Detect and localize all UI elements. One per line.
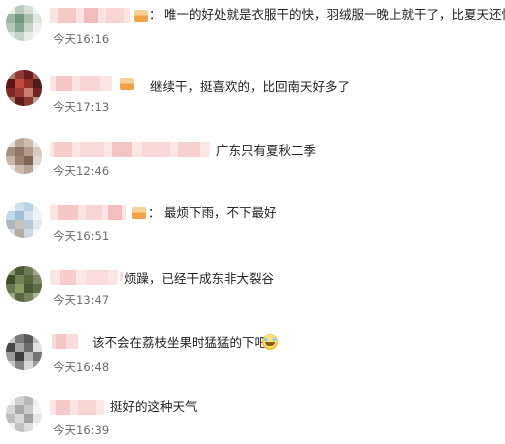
comment-item: 挺好的这种天气 今天16:39: [0, 386, 505, 444]
username-blurred[interactable]: [50, 8, 130, 23]
avatar[interactable]: [6, 266, 42, 302]
username-blurred[interactable]: [50, 400, 104, 415]
comment-item: ： 唯一的好处就是衣服干的快，羽绒服一晚上就干了，比夏天还快 今天16:16: [0, 0, 505, 62]
badge-icon: [134, 10, 148, 22]
comment-feed: ： 唯一的好处就是衣服干的快，羽绒服一晚上就干了，比夏天还快 今天16:16 继…: [0, 0, 505, 444]
comment-item: 广东只有夏秋二季 今天12:46: [0, 132, 505, 194]
username-blurred[interactable]: [50, 205, 126, 220]
comment-time: 今天17:13: [53, 100, 110, 114]
username-blurred[interactable]: [120, 272, 123, 282]
badge-icon: [120, 78, 134, 90]
avatar[interactable]: [6, 138, 42, 174]
comment-text: 烦躁，已经干成东非大裂谷: [124, 271, 275, 286]
comment-text: 继续干，挺喜欢的，比回南天好多了: [150, 79, 351, 94]
username-blurred[interactable]: [52, 334, 78, 349]
avatar[interactable]: [6, 5, 42, 41]
colon-separator: ：: [149, 7, 162, 22]
comment-item: ： 最烦下雨，不下最好 今天16:51: [0, 194, 505, 256]
comment-text: 挺好的这种天气: [110, 399, 198, 414]
comment-item: 该不会在荔枝坐果时猛猛的下吧 今天16:48: [0, 324, 505, 386]
avatar[interactable]: [6, 334, 42, 370]
comment-text: 广东只有夏秋二季: [216, 143, 317, 158]
comment-text: 唯一的好处就是衣服干的快，羽绒服一晚上就干了，比夏天还快: [164, 7, 505, 22]
comment-time: 今天16:39: [53, 423, 110, 437]
colon-separator: ：: [148, 205, 161, 220]
username-blurred[interactable]: [50, 76, 112, 91]
comment-time: 今天16:48: [53, 360, 110, 374]
comment-time: 今天16:16: [53, 32, 110, 46]
badge-icon: [132, 207, 146, 219]
avatar[interactable]: [6, 202, 42, 238]
comment-text: 该不会在荔枝坐果时猛猛的下吧: [92, 335, 268, 350]
username-blurred[interactable]: [50, 270, 118, 285]
avatar[interactable]: [6, 70, 42, 106]
laugh-cry-emoji-icon: [262, 334, 278, 350]
avatar[interactable]: [6, 396, 42, 432]
username-blurred[interactable]: [50, 142, 210, 157]
comment-text: 最烦下雨，不下最好: [164, 205, 277, 220]
comment-item: 继续干，挺喜欢的，比回南天好多了 今天17:13: [0, 62, 505, 124]
comment-time: 今天16:51: [53, 229, 110, 243]
comment-item: 烦躁，已经干成东非大裂谷 今天13:47: [0, 258, 505, 320]
comment-time: 今天12:46: [53, 164, 110, 178]
comment-time: 今天13:47: [53, 293, 110, 307]
